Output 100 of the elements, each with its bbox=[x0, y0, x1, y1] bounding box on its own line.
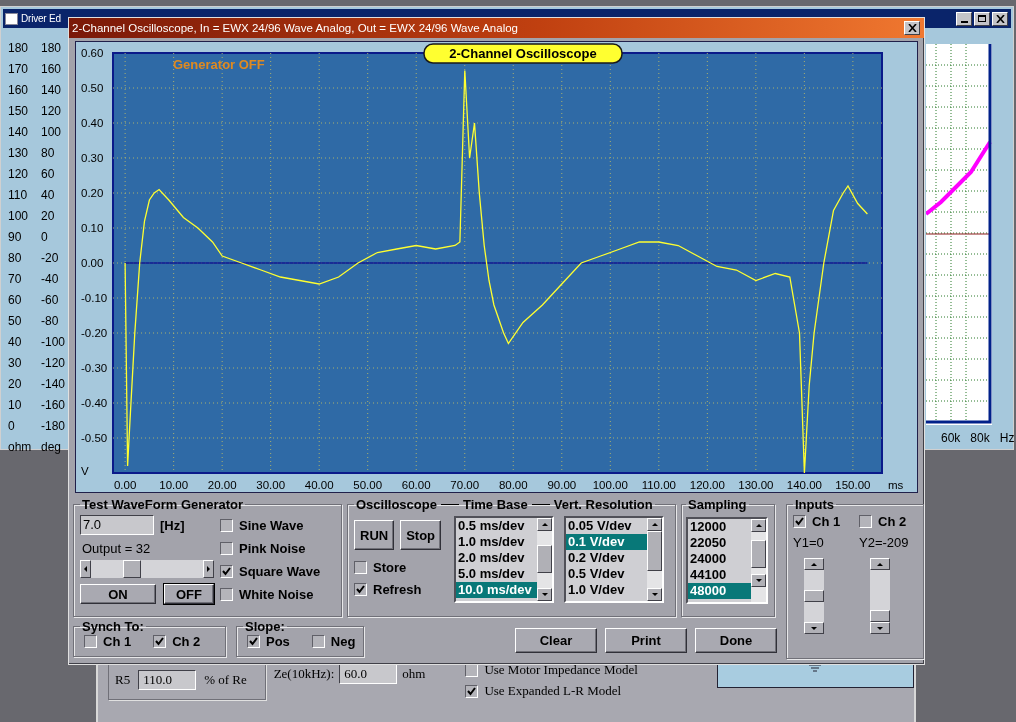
scroll-down-button[interactable] bbox=[870, 622, 890, 634]
close-button[interactable] bbox=[992, 11, 1008, 26]
axis-label: -0.30 bbox=[81, 362, 108, 374]
axis-label: 0 bbox=[41, 229, 49, 246]
action-button[interactable]: Print bbox=[605, 628, 687, 653]
unit-label: % of Re bbox=[204, 672, 247, 688]
axis-label: 70 bbox=[8, 271, 23, 288]
close-icon bbox=[995, 14, 1005, 23]
axis-label: 80k bbox=[970, 431, 990, 445]
minimize-button[interactable] bbox=[956, 11, 972, 26]
list-item[interactable]: 0.5 ms/dev bbox=[456, 518, 537, 534]
scroll-right-button[interactable] bbox=[203, 560, 214, 578]
checkbox[interactable] bbox=[354, 561, 367, 574]
slider-thumb[interactable] bbox=[122, 560, 141, 578]
checkbox[interactable] bbox=[311, 635, 325, 648]
list-item[interactable]: 5.0 ms/dev bbox=[456, 566, 537, 582]
offset-label: Y1=0 bbox=[793, 535, 824, 550]
axis-label: -0.40 bbox=[81, 397, 108, 409]
axis-label: 60 bbox=[41, 166, 56, 183]
axis-label: 60k bbox=[941, 431, 961, 445]
group-title: Slope: bbox=[244, 619, 286, 634]
list-item[interactable]: 44100 bbox=[688, 567, 751, 583]
axis-label: 80.00 bbox=[498, 479, 528, 491]
input-field[interactable]: 110.0 bbox=[138, 670, 197, 690]
toggle-button[interactable]: ON bbox=[80, 584, 156, 604]
chart-title: 2-Channel Oscilloscope bbox=[449, 46, 597, 61]
axis-label: 120 bbox=[8, 166, 30, 183]
input-field[interactable]: 60.0 bbox=[339, 664, 398, 684]
list-item[interactable]: 1.0 ms/dev bbox=[456, 534, 537, 550]
checkbox[interactable] bbox=[220, 588, 233, 601]
axis-label: 0.00 bbox=[113, 479, 137, 491]
scrollbar[interactable] bbox=[647, 518, 662, 601]
axis-label: 20 bbox=[8, 376, 23, 393]
axis-label: 0.60 bbox=[81, 47, 104, 59]
checkbox-label: Pos bbox=[266, 634, 290, 649]
axis-label: 60 bbox=[8, 292, 23, 309]
scope-button[interactable]: Stop bbox=[400, 520, 442, 550]
action-button[interactable]: Done bbox=[695, 628, 777, 653]
axis-label: 90.00 bbox=[547, 479, 577, 491]
axis-label: 30 bbox=[8, 355, 23, 372]
list-item[interactable]: 48000 bbox=[688, 583, 751, 599]
list-item[interactable]: 0.2 V/dev bbox=[566, 550, 647, 566]
toggle-button[interactable]: OFF bbox=[164, 584, 214, 604]
offset-label: Y2=-209 bbox=[859, 535, 909, 550]
axis-label: 140 bbox=[41, 82, 63, 99]
axis-label: -0.50 bbox=[81, 432, 108, 444]
action-button[interactable]: Clear bbox=[515, 628, 597, 653]
scrollbar-thumb[interactable] bbox=[870, 610, 890, 622]
axis-label: 40 bbox=[41, 187, 56, 204]
scroll-left-button[interactable] bbox=[80, 560, 91, 578]
group-title: Vert. Resolution bbox=[553, 497, 653, 512]
axis-label: 90 bbox=[8, 229, 23, 246]
axis-label: 50.00 bbox=[353, 479, 383, 491]
checkbox[interactable] bbox=[465, 684, 479, 698]
checkbox-label: Ch 2 bbox=[878, 514, 907, 529]
scroll-up-button[interactable] bbox=[804, 558, 824, 570]
unit-label: [Hz] bbox=[160, 517, 185, 533]
checkbox[interactable] bbox=[220, 519, 233, 532]
list-item[interactable]: 22050 bbox=[688, 535, 751, 551]
axis-unit: V bbox=[81, 465, 89, 477]
group-title: Synch To: bbox=[81, 619, 145, 634]
axis-label: 40.00 bbox=[304, 479, 334, 491]
maximize-button[interactable] bbox=[974, 11, 990, 26]
field-label: Ze(10kHz): bbox=[273, 666, 335, 682]
checkbox[interactable] bbox=[859, 515, 872, 528]
scope-button[interactable]: RUN bbox=[354, 520, 395, 550]
axis-label: -140 bbox=[41, 376, 67, 393]
checkbox[interactable] bbox=[793, 515, 806, 528]
axis-label: 30.00 bbox=[256, 479, 286, 491]
list-item[interactable]: 0.5 V/dev bbox=[566, 566, 647, 582]
checkbox[interactable] bbox=[220, 542, 233, 555]
list-item[interactable]: 1.0 V/dev bbox=[566, 582, 647, 598]
frequency-field[interactable]: 7.0 bbox=[80, 515, 154, 535]
axis-label: 50 bbox=[8, 313, 23, 330]
checkbox[interactable] bbox=[247, 635, 260, 648]
list-item[interactable]: 10.0 ms/dev bbox=[456, 582, 537, 598]
scrollbar[interactable] bbox=[751, 519, 766, 602]
group-title: Test WaveForm Generator bbox=[81, 497, 245, 512]
close-button[interactable] bbox=[904, 21, 920, 35]
list-item[interactable]: 2.0 ms/dev bbox=[456, 550, 537, 566]
axis-label: -20 bbox=[41, 250, 60, 267]
scroll-up-button[interactable] bbox=[870, 558, 890, 570]
axis-label: 110.00 bbox=[641, 479, 676, 491]
scrollbar-thumb[interactable] bbox=[804, 590, 824, 602]
list-item[interactable]: 0.05 V/dev bbox=[566, 518, 647, 534]
list-item[interactable]: 12000 bbox=[688, 519, 751, 535]
axis-label: 100.00 bbox=[592, 479, 628, 491]
checkbox[interactable] bbox=[220, 565, 233, 578]
checkbox-label: Use Motor Impedance Model bbox=[484, 662, 638, 678]
checkbox[interactable] bbox=[153, 635, 167, 648]
scroll-down-button[interactable] bbox=[804, 622, 824, 634]
axis-label: 0.10 bbox=[81, 222, 104, 234]
axis-label: 150.00 bbox=[835, 479, 871, 491]
scrollbar[interactable] bbox=[537, 518, 552, 601]
axis-label: 70.00 bbox=[450, 479, 480, 491]
list-item[interactable]: 24000 bbox=[688, 551, 751, 567]
checkbox[interactable] bbox=[354, 583, 367, 596]
list-item[interactable]: 0.1 V/dev bbox=[566, 534, 647, 550]
axis-label: 140 bbox=[8, 124, 30, 141]
checkbox[interactable] bbox=[84, 635, 97, 648]
